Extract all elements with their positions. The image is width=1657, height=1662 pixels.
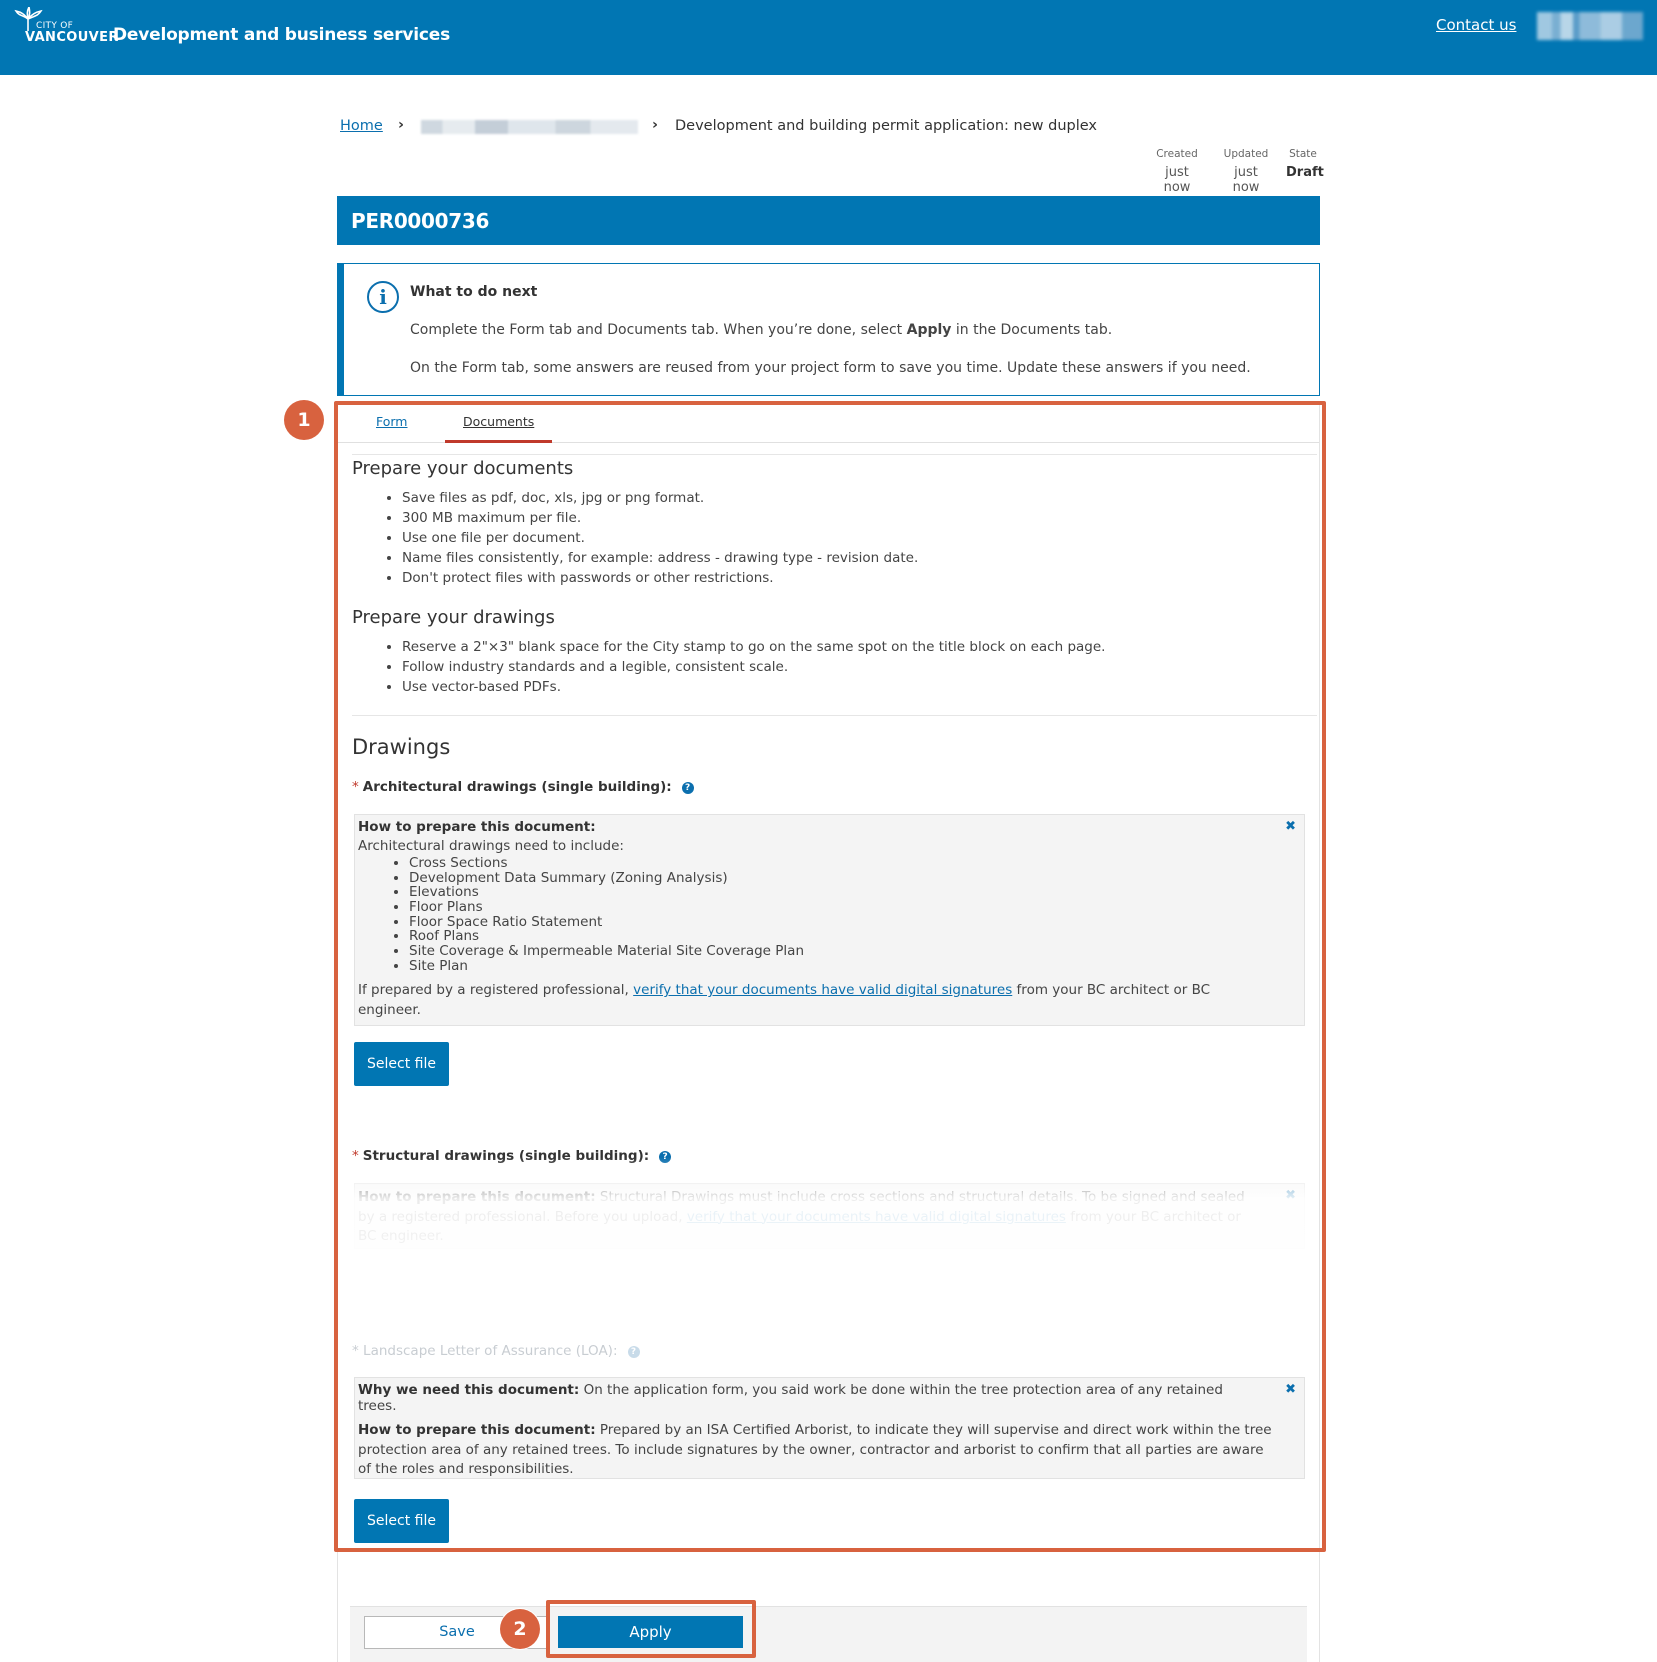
info-icon: i <box>367 281 399 313</box>
how-title: How to prepare this document: <box>358 1422 596 1438</box>
documents-panel: Form Documents Prepare your documents Sa… <box>337 402 1320 1662</box>
tab-bar: Form Documents <box>338 402 1319 443</box>
user-account-menu[interactable] <box>1537 12 1643 40</box>
tab-documents[interactable]: Documents <box>463 414 534 429</box>
select-file-button[interactable]: Select file <box>354 1042 449 1086</box>
list-item: Cross Sections <box>409 856 804 871</box>
close-icon[interactable]: ✖ <box>1285 1382 1296 1397</box>
chevron-right-icon: › <box>652 117 658 133</box>
list-item: Site Coverage & Impermeable Material Sit… <box>409 944 804 959</box>
city-of-vancouver-logo[interactable]: CITY OF VANCOUVER <box>13 7 118 47</box>
architectural-requirements-list: Cross Sections Development Data Summary … <box>355 856 804 974</box>
guide-title-text: How to prepare this document: <box>358 1189 596 1205</box>
contact-us-link[interactable]: Contact us <box>1436 16 1516 34</box>
notice-apply-emphasis: Apply <box>906 322 952 338</box>
list-item: Floor Space Ratio Statement <box>409 915 804 930</box>
breadcrumb-project-link[interactable] <box>421 120 638 134</box>
created-value: just now <box>1163 165 1191 195</box>
list-item: Floor Plans <box>409 900 804 915</box>
note-text: If prepared by a registered professional… <box>358 982 634 998</box>
list-item: Reserve a 2"×3" blank space for the City… <box>402 637 1105 657</box>
what-to-do-next-notice: i What to do next Complete the Form tab … <box>337 263 1320 396</box>
updated-value: just now <box>1232 165 1260 195</box>
annotation-callout-2: 2 <box>500 1609 540 1649</box>
state-value: Draft <box>1286 165 1324 180</box>
chevron-right-icon: › <box>398 117 404 133</box>
updated-label: Updated <box>1223 148 1269 160</box>
drawings-heading: Drawings <box>352 735 451 759</box>
prepare-drawings-list: Reserve a 2"×3" blank space for the City… <box>352 637 1105 697</box>
help-icon[interactable]: ? <box>627 1346 640 1358</box>
list-item: Roof Plans <box>409 929 804 944</box>
notice-line-1: Complete the Form tab and Documents tab.… <box>410 322 1112 338</box>
list-item: Site Plan <box>409 959 804 974</box>
architectural-label-text: Architectural drawings (single building)… <box>362 779 672 795</box>
close-icon[interactable]: ✖ <box>1285 1188 1296 1203</box>
landscape-guidance-box: ✖ Why we need this document: On the appl… <box>354 1377 1305 1479</box>
guide-intro: Architectural drawings need to include: <box>358 838 624 854</box>
list-item: Name files consistently, for example: ad… <box>402 548 918 568</box>
prepare-documents-title: Prepare your documents <box>352 458 574 479</box>
close-icon[interactable]: ✖ <box>1285 819 1296 834</box>
landscape-label-text: Landscape Letter of Assurance (LOA): <box>363 1343 618 1359</box>
logo-vancouver: VANCOUVER <box>25 30 119 45</box>
prepare-drawings-title: Prepare your drawings <box>352 607 555 628</box>
required-asterisk: * <box>352 1343 364 1359</box>
notice-line-2: On the Form tab, some answers are reused… <box>410 360 1251 376</box>
prepare-documents-list: Save files as pdf, doc, xls, jpg or png … <box>352 488 918 588</box>
landscape-loa-label: * Landscape Letter of Assurance (LOA):? <box>352 1343 640 1359</box>
help-icon[interactable]: ? <box>659 1151 672 1163</box>
list-item: Elevations <box>409 885 804 900</box>
list-item: Don't protect files with passwords or ot… <box>402 568 918 588</box>
why-needed-text: Why we need this document: On the applic… <box>358 1382 1258 1414</box>
form-action-bar: Save Apply <box>350 1606 1307 1662</box>
select-file-button[interactable]: Select file <box>354 1499 449 1543</box>
help-icon[interactable]: ? <box>681 782 694 794</box>
state-label: State <box>1289 148 1317 160</box>
guide-title: How to prepare this document: <box>358 819 596 835</box>
required-asterisk: * <box>352 779 359 795</box>
created-label: Created <box>1156 148 1198 160</box>
created-meta: Created just now <box>1150 148 1204 195</box>
how-to-prepare-text: How to prepare this document: Prepared b… <box>358 1421 1278 1480</box>
guide-signature-note: If prepared by a registered professional… <box>358 981 1258 1020</box>
list-item: Use one file per document. <box>402 528 918 548</box>
apply-button[interactable]: Apply <box>558 1616 743 1648</box>
record-number: PER0000736 <box>351 209 490 233</box>
list-item: Follow industry standards and a legible,… <box>402 657 1105 677</box>
list-item: Development Data Summary (Zoning Analysi… <box>409 870 804 886</box>
notice-line-1-text: Complete the Form tab and Documents tab.… <box>410 322 907 338</box>
architectural-guidance-box: ✖ How to prepare this document: Architec… <box>354 814 1305 1026</box>
structural-drawings-label: * Structural drawings (single building):? <box>352 1148 672 1164</box>
updated-meta: Updated just now <box>1219 148 1273 195</box>
architectural-drawings-label: * Architectural drawings (single building… <box>352 779 694 795</box>
app-title[interactable]: Development and business services <box>113 25 450 45</box>
verify-signatures-link[interactable]: verify that your documents have valid di… <box>633 982 1012 998</box>
active-tab-indicator <box>445 440 552 443</box>
breadcrumb-home-link[interactable]: Home <box>340 118 383 134</box>
why-title: Why we need this document: <box>358 1382 580 1398</box>
list-item: 300 MB maximum per file. <box>402 508 918 528</box>
list-item: Use vector-based PDFs. <box>402 677 1105 697</box>
divider <box>352 715 1317 716</box>
record-title-bar: PER0000736 <box>337 196 1320 245</box>
list-item: Save files as pdf, doc, xls, jpg or png … <box>402 488 918 508</box>
state-meta: State Draft <box>1286 148 1324 180</box>
divider <box>352 454 1317 455</box>
verify-signatures-link[interactable]: verify that your documents have valid di… <box>687 1209 1066 1225</box>
top-header: CITY OF VANCOUVER Development and busine… <box>0 0 1657 75</box>
structural-guidance-box: ✖ How to prepare this document: Structur… <box>354 1183 1305 1249</box>
required-asterisk: * <box>352 1148 359 1164</box>
annotation-callout-1: 1 <box>284 400 324 440</box>
structural-guide-text: How to prepare this document: Structural… <box>358 1188 1258 1247</box>
guide-title-text: How to prepare this document: <box>358 819 596 835</box>
tab-form[interactable]: Form <box>376 414 408 429</box>
notice-heading: What to do next <box>410 284 538 300</box>
notice-line-1-tail: in the Documents tab. <box>951 322 1113 338</box>
structural-label-text: Structural drawings (single building): <box>362 1148 650 1164</box>
breadcrumb-current: Development and building permit applicat… <box>675 118 1098 134</box>
